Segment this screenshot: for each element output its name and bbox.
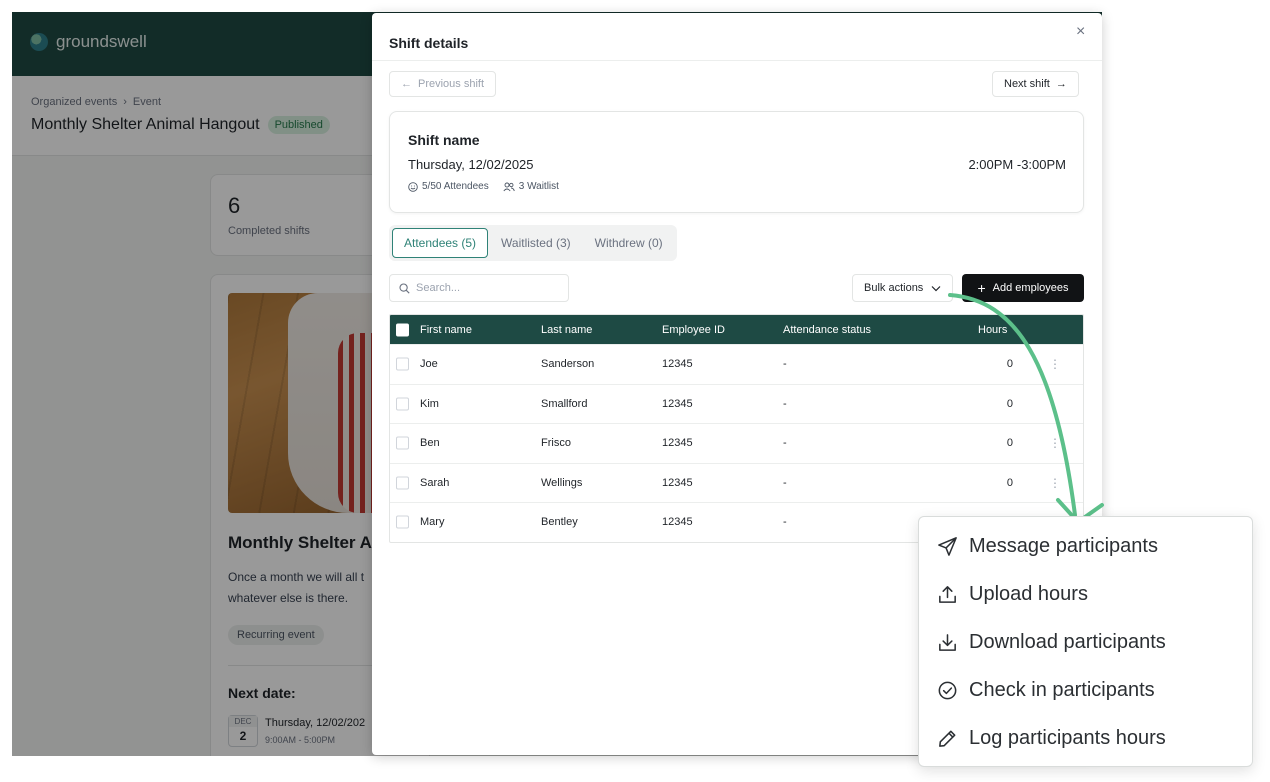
menu-item-download-participants[interactable]: Download participants: [936, 627, 1166, 657]
table-row: Joe Sanderson 12345 - 0 ⋮: [390, 344, 1083, 384]
waitlist-text: 3 Waitlist: [518, 181, 559, 192]
bulk-actions-label: Bulk actions: [864, 282, 924, 294]
users-icon: [503, 182, 515, 191]
plus-icon: +: [977, 280, 986, 296]
search-box[interactable]: [389, 274, 569, 302]
row-checkbox[interactable]: [396, 436, 409, 450]
add-employees-button[interactable]: + Add employees: [962, 274, 1084, 302]
next-shift-button[interactable]: Next shift →: [992, 71, 1079, 97]
download-icon: [939, 633, 956, 651]
row-checkbox[interactable]: [396, 397, 409, 411]
row-checkbox-cell: [396, 476, 409, 490]
hours-cell: 0: [1006, 397, 1013, 410]
shift-date: Thursday, 12/02/2025: [408, 157, 534, 172]
last-name-cell: Frisco: [541, 437, 571, 450]
attendees-table: First name Last name Employee ID Attenda…: [389, 314, 1084, 543]
check-circle-icon: [938, 681, 957, 699]
attendees-count: 5/50 Attendees: [408, 181, 489, 192]
shift-tabs: Attendees (5) Waitlisted (3) Withdrew (0…: [389, 225, 677, 261]
first-name-cell: Joe: [420, 358, 438, 371]
column-first-name[interactable]: First name: [420, 324, 472, 336]
menu-item-label: Log participants hours: [969, 726, 1166, 749]
menu-item-upload-hours[interactable]: Upload hours: [936, 579, 1088, 609]
first-name-cell: Ben: [420, 437, 440, 450]
waitlist-count: 3 Waitlist: [503, 181, 559, 192]
column-attendance-status[interactable]: Attendance status: [783, 324, 871, 336]
attendance-status-cell: -: [783, 397, 787, 410]
bulk-actions-menu: Message participants Upload hours Downlo…: [918, 516, 1253, 767]
tab-withdrew[interactable]: Withdrew (0): [584, 229, 674, 257]
attendance-status-cell: -: [783, 437, 787, 450]
menu-item-log-participants-hours[interactable]: Log participants hours: [936, 723, 1166, 753]
more-vertical-icon[interactable]: ⋮: [1049, 357, 1061, 371]
row-checkbox-cell: [396, 357, 409, 371]
arrow-left-icon: ←: [401, 78, 412, 90]
table-row: Kim Smallford 12345 - 0: [390, 383, 1083, 424]
divider: [372, 60, 1102, 61]
hours-cell: 0: [1006, 437, 1013, 450]
search-icon: [399, 282, 410, 294]
attendance-status-cell: -: [783, 358, 787, 371]
header-checkbox-cell: [396, 323, 409, 336]
pencil-icon: [939, 730, 956, 747]
employee-id-cell: 12345: [662, 476, 693, 489]
last-name-cell: Wellings: [541, 476, 583, 489]
shift-summary-card: Shift name Thursday, 12/02/2025 2:00PM -…: [389, 111, 1084, 213]
hours-cell: 0: [1006, 358, 1013, 371]
menu-item-message-participants[interactable]: Message participants: [936, 531, 1158, 561]
shift-meta: 5/50 Attendees 3 Waitlist: [408, 181, 559, 192]
more-vertical-icon[interactable]: ⋮: [1049, 476, 1061, 490]
menu-item-label: Download participants: [969, 630, 1166, 653]
table-header: First name Last name Employee ID Attenda…: [390, 315, 1083, 344]
tab-waitlisted[interactable]: Waitlisted (3): [490, 229, 582, 257]
select-all-checkbox[interactable]: [396, 323, 409, 336]
arrow-right-icon: →: [1055, 78, 1067, 90]
column-employee-id[interactable]: Employee ID: [662, 324, 725, 336]
smiley-icon: [408, 181, 418, 192]
menu-item-check-in-participants[interactable]: Check in participants: [936, 675, 1155, 705]
menu-item-label: Upload hours: [969, 582, 1088, 605]
more-vertical-icon[interactable]: ⋮: [1049, 436, 1061, 450]
shift-time: 2:00PM -3:00PM: [968, 157, 1066, 172]
attendance-status-cell: -: [783, 516, 787, 529]
search-input[interactable]: [416, 282, 556, 294]
modal-title: Shift details: [389, 35, 469, 51]
previous-shift-button[interactable]: ← Previous shift: [389, 71, 497, 97]
employee-id-cell: 12345: [662, 437, 693, 450]
bulk-actions-button[interactable]: Bulk actions: [852, 274, 954, 302]
last-name-cell: Smallford: [541, 397, 588, 410]
row-checkbox[interactable]: [396, 357, 409, 371]
column-hours[interactable]: Hours: [978, 324, 1007, 336]
add-employees-label: Add employees: [992, 282, 1069, 294]
first-name-cell: Kim: [420, 397, 439, 410]
upload-icon: [939, 585, 956, 603]
row-checkbox[interactable]: [396, 515, 409, 529]
send-icon: [938, 536, 957, 556]
first-name-cell: Mary: [420, 516, 445, 529]
hours-cell: 0: [1006, 476, 1013, 489]
menu-item-label: Message participants: [969, 534, 1158, 557]
attendance-status-cell: -: [783, 476, 787, 489]
next-shift-label: Next shift: [1004, 78, 1050, 90]
table-row: Ben Frisco 12345 - 0 ⋮: [390, 423, 1083, 463]
shift-name: Shift name: [408, 132, 480, 148]
menu-item-label: Check in participants: [969, 678, 1155, 701]
row-checkbox-cell: [396, 436, 409, 450]
row-checkbox[interactable]: [396, 476, 409, 490]
employee-id-cell: 12345: [662, 516, 693, 529]
first-name-cell: Sarah: [420, 476, 450, 489]
table-row: Sarah Wellings 12345 - 0 ⋮: [390, 462, 1083, 503]
last-name-cell: Bentley: [541, 516, 578, 529]
row-checkbox-cell: [396, 515, 409, 529]
chevron-down-icon: [931, 285, 941, 291]
column-last-name[interactable]: Last name: [541, 324, 592, 336]
last-name-cell: Sanderson: [541, 358, 595, 371]
row-checkbox-cell: [396, 397, 409, 411]
close-icon[interactable]: ×: [1076, 23, 1085, 41]
employee-id-cell: 12345: [662, 358, 693, 371]
employee-id-cell: 12345: [662, 397, 693, 410]
attendees-text: 5/50 Attendees: [422, 181, 489, 192]
tab-attendees[interactable]: Attendees (5): [392, 228, 489, 258]
previous-shift-label: Previous shift: [418, 78, 485, 90]
